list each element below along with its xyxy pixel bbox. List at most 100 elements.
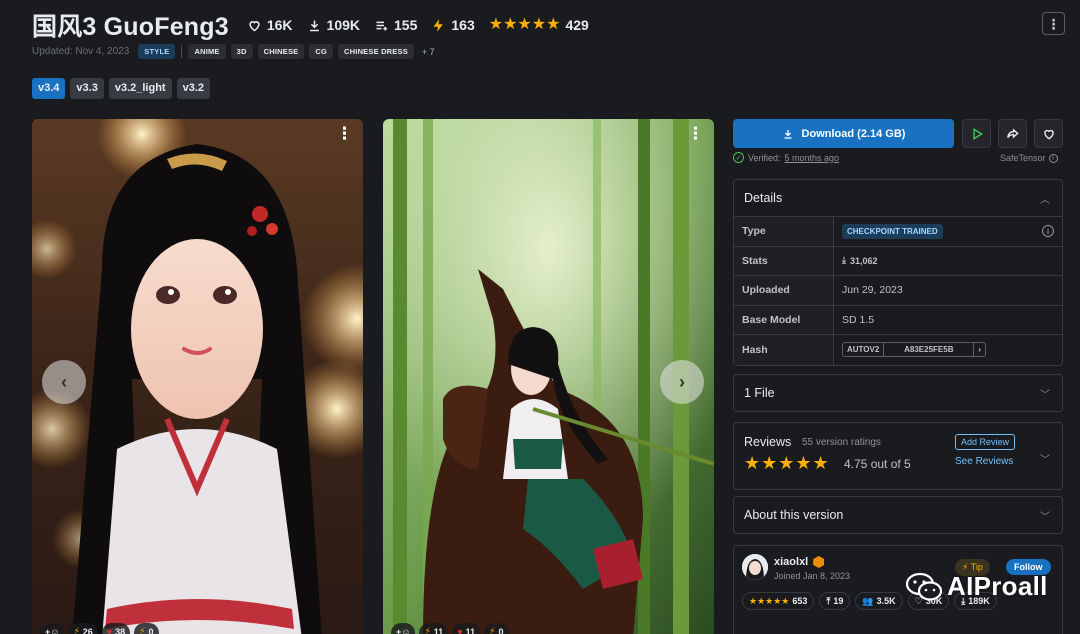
bolt-icon: ⚡ [139,626,146,634]
creator-badge-icon [813,556,825,568]
download-icon [309,20,319,31]
version-tab-v3-4[interactable]: v3.4 [32,78,66,99]
creator-followers: 👥 3.5K [855,592,903,610]
tip-reaction[interactable]: ⚡ 0 [484,623,509,634]
watermark: AIProall [905,571,1048,602]
heart-reaction[interactable]: ♥ 38 [101,623,131,634]
chevron-down-icon: ﹀ [1040,389,1050,401]
about-panel[interactable]: About this version ﹀ [733,496,1063,534]
details-panel: Details ︿ Type CHECKPOINT TRAINED i Stat… [733,179,1063,366]
gallery-image-1[interactable]: ⋮ ‹ +☺ ⚡ 26 ♥ 38 ⚡ 0 [32,119,363,634]
more-tags-button[interactable]: + 7 [422,47,435,57]
favorite-button[interactable] [1034,119,1063,148]
run-button[interactable] [962,119,991,148]
chevron-up-icon: ︿ [1040,194,1050,206]
downloads-stat: 109K [307,17,360,33]
bolt-reaction[interactable]: ⚡ 26 [68,623,98,634]
reaction-add-icon[interactable]: +☺ [391,623,416,634]
details-table: Type CHECKPOINT TRAINED i Stats ⤓ 31,062… [734,216,1062,365]
next-image-button[interactable]: › [660,360,704,404]
creator-name[interactable]: xiaolxl [774,556,825,568]
creator-uploads: ⤒ 19 [819,592,851,610]
details-row-type: Type CHECKPOINT TRAINED i [734,217,1062,247]
tips-stat: 163 [431,17,475,33]
meta-row: Updated: Nov 4, 2023 STYLE ANIME 3D CHIN… [32,44,435,59]
heart-icon: ♥ [106,626,113,634]
joined-date: Joined Jan 8, 2023 [774,571,851,581]
more-menu-button[interactable]: ⋮ [1042,12,1065,35]
image-stats: +☺ ⚡ 26 ♥ 38 ⚡ 0 [40,623,159,634]
version-tab-v3-2[interactable]: v3.2 [176,78,211,99]
heart-icon [1043,129,1054,139]
download-icon [784,129,792,139]
see-reviews-link[interactable]: See Reviews [955,456,1013,467]
image-stats: +☺ ⚡ 11 ♥ 11 ⚡ 0 [391,623,509,634]
tag-chinese[interactable]: CHINESE [257,44,305,59]
model-header: 国风3 GuoFeng3 16K 109K 155 163 ★★★★★ 429 [32,8,589,42]
likes-stat: 16K [247,17,293,33]
heart-reaction[interactable]: ♥ 11 [452,623,481,634]
image-menu-icon[interactable]: ⋮ [336,125,353,142]
reviews-count: 55 version ratings [802,437,881,448]
collections-stat: 155 [374,17,417,33]
version-tab-v3-3[interactable]: v3.3 [70,78,104,99]
share-button[interactable] [998,119,1027,148]
download-icon: ⤓ [842,255,846,266]
version-tabs: v3.4 v3.3 v3.2_light v3.2 [32,78,211,99]
files-panel[interactable]: 1 File ﹀ [733,374,1063,412]
tag-cg[interactable]: CG [309,44,334,59]
download-button[interactable]: Download (2.14 GB) [733,119,954,148]
bolt-reaction[interactable]: ⚡ 11 [419,623,449,634]
avatar[interactable] [742,554,768,580]
rating-stars-icon: ★★★★★ [749,595,790,606]
info-icon[interactable]: i [1048,153,1058,163]
hash-type[interactable]: AUTOV2 [843,343,885,357]
heart-icon: ♥ [457,626,463,634]
rating-stars-icon: ★★★★★ [488,16,561,33]
info-icon[interactable]: i [1042,225,1054,237]
details-toggle[interactable]: Details ︿ [734,180,1062,216]
updated-date: Updated: Nov 4, 2023 [32,46,130,57]
reaction-add-icon[interactable]: +☺ [40,623,65,634]
tag-style[interactable]: STYLE [138,44,176,59]
bolt-icon: ⚡ [489,626,496,634]
bolt-icon: ⚡ [73,626,80,634]
about-heading: About this version [744,508,844,522]
tag-anime[interactable]: ANIME [188,44,226,59]
share-icon [1006,127,1019,138]
heart-icon [249,20,260,31]
reviews-heading: Reviews [744,435,792,449]
details-row-hash: Hash AUTOV2 A83E25FE5B › [734,335,1062,365]
add-review-button[interactable]: Add Review [955,434,1016,450]
hash-value[interactable]: AUTOV2 A83E25FE5B › [842,342,986,358]
files-heading: 1 File [744,386,775,400]
reviews-panel: Reviews 55 version ratings ★★★★★ 4.75 ou… [733,422,1063,490]
review-score: 4.75 out of 5 [844,457,911,471]
users-icon: 👥 [862,595,874,606]
verified-time-link[interactable]: 5 months ago [785,153,840,163]
details-heading: Details [744,191,783,205]
tip-reaction[interactable]: ⚡ 0 [134,623,159,634]
safetensor-label: SafeTensor i [1000,153,1058,163]
verified-status: ✓ Verified: 5 months ago [733,152,839,163]
creator-rating: ★★★★★ 653 [742,592,815,610]
chevron-down-icon[interactable]: ﹀ [1040,451,1050,466]
chevron-right-icon[interactable]: › [974,343,985,356]
details-row-base-model: Base Model SD 1.5 [734,305,1062,335]
upload-icon: ⤒ [826,595,831,606]
play-icon [972,127,983,140]
tag-chinese-dress[interactable]: CHINESE DRESS [338,44,414,59]
image-menu-icon[interactable]: ⋮ [687,125,704,142]
tag-divider [181,45,183,58]
model-title: 国风3 GuoFeng3 [32,13,229,41]
type-badge: CHECKPOINT TRAINED [842,223,943,239]
version-tab-v3-2-light[interactable]: v3.2_light [108,78,172,99]
rating-stat[interactable]: ★★★★★ 429 [488,16,589,34]
details-row-stats: Stats ⤓ 31,062 [734,246,1062,276]
gallery-image-2[interactable]: ⋮ › +☺ ⚡ 11 ♥ 11 ⚡ 0 [383,119,714,634]
prev-image-button[interactable]: ‹ [42,360,86,404]
bolt-icon [433,18,444,32]
check-circle-icon: ✓ [733,152,744,163]
bolt-icon: ⚡ [424,626,431,634]
tag-3d[interactable]: 3D [230,44,253,59]
